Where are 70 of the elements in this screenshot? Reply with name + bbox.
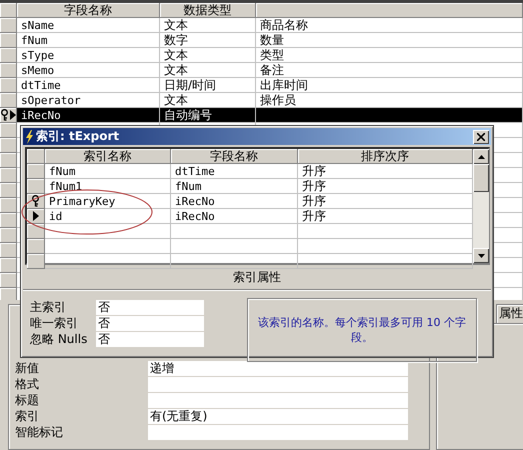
property-label: 标题 (15, 392, 40, 409)
column-header: 数据类型 (160, 3, 256, 18)
field-name-cell: iRecNo (171, 209, 298, 224)
data-type-cell: 文本 (160, 48, 256, 63)
property-field[interactable]: 否 (96, 300, 204, 315)
property-label: 唯一索引 (30, 315, 79, 332)
property-field[interactable] (148, 393, 408, 408)
field-name-cell: sName (17, 18, 160, 33)
field-name-cell: fNum (171, 179, 298, 194)
row-selector[interactable] (0, 108, 17, 123)
description-cell: 数量 (256, 33, 523, 48)
scroll-up-button[interactable] (473, 149, 489, 164)
index-name-cell: fNum (45, 164, 171, 179)
property-field[interactable]: 有(无重复) (148, 409, 408, 424)
row-selector[interactable] (27, 194, 45, 209)
field-name-cell: dtTime (171, 164, 298, 179)
property-field[interactable]: 否 (96, 332, 204, 347)
field-name-cell: fNum (17, 33, 160, 48)
row-selector[interactable] (27, 224, 45, 239)
index-name-cell: id (45, 209, 171, 224)
close-button[interactable] (473, 130, 489, 144)
index-name-cell: fNum1 (45, 179, 171, 194)
property-label: 格式 (15, 376, 40, 393)
sort-order-cell: 升序 (298, 179, 473, 194)
field-name-cell: iRecNo (171, 194, 298, 209)
key-icon (31, 195, 40, 207)
property-field[interactable] (148, 377, 408, 392)
property-label: 忽略 Nulls (30, 331, 88, 348)
close-icon (477, 132, 485, 140)
property-label: 智能标记 (15, 424, 64, 441)
properties-tab[interactable]: 属性 (496, 304, 523, 324)
property-label: 新值 (15, 360, 40, 377)
data-type-cell: 日期/时间 (160, 78, 256, 93)
row-selector[interactable] (27, 209, 45, 224)
property-label: 索引 (15, 408, 40, 425)
data-type-cell: 文本 (160, 18, 256, 33)
help-text: 该索引的名称。每个索引最多可用 10 个字段。 (247, 298, 477, 362)
current-row-icon (32, 211, 38, 221)
property-label: 主索引 (30, 299, 67, 316)
field-name-cell: sType (17, 48, 160, 63)
scroll-down-button[interactable] (473, 248, 489, 263)
column-header: 排序次序 (298, 149, 473, 164)
column-header: 字段名称 (17, 3, 160, 18)
description-cell: 出库时间 (256, 78, 523, 93)
up-arrow-icon (478, 154, 484, 158)
property-field[interactable]: 递增 (148, 361, 408, 376)
property-field[interactable] (148, 425, 408, 440)
down-arrow-icon (478, 254, 484, 258)
column-header: 索引名称 (45, 149, 171, 164)
column-header: 字段名称 (171, 149, 298, 164)
index-name-cell: PrimaryKey (45, 194, 171, 209)
description-cell: 商品名称 (256, 18, 523, 33)
sort-order-cell: 升序 (298, 164, 473, 179)
property-field[interactable]: 否 (96, 316, 204, 331)
description-cell: 备注 (256, 63, 523, 78)
field-name-cell: dtTime (17, 78, 160, 93)
data-type-cell: 自动编号 (160, 108, 256, 123)
dialog-title: 索引: tExport (36, 128, 120, 145)
data-type-cell: 文本 (160, 63, 256, 78)
sort-order-cell: 升序 (298, 209, 473, 224)
section-heading: 索引属性 (23, 265, 491, 290)
field-name-cell: sMemo (17, 63, 160, 78)
description-cell: 类型 (256, 48, 523, 63)
data-type-cell: 数字 (160, 33, 256, 48)
sort-order-cell: 升序 (298, 194, 473, 209)
scroll-thumb[interactable] (473, 164, 489, 192)
header-corner (0, 3, 17, 18)
scrollbar[interactable] (473, 149, 489, 263)
lightning-icon (25, 130, 34, 144)
key-icon (0, 109, 9, 121)
